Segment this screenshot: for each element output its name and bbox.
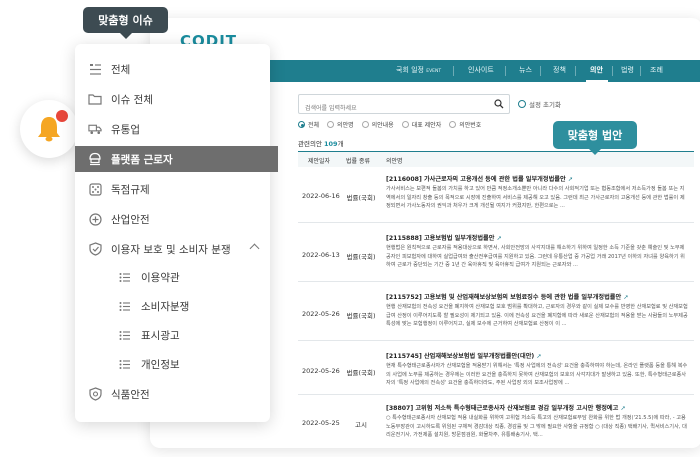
menu-item-food-safety[interactable]: 식품안전 xyxy=(75,381,270,407)
nav-item-assembly-schedule[interactable]: 국회 일정 EVENT xyxy=(396,65,441,75)
link-arrow-icon: ➚ xyxy=(496,235,502,242)
radio-bill-content[interactable]: 의안내용 xyxy=(361,120,394,129)
radio-bill-number[interactable]: 의안번호 xyxy=(449,120,481,129)
notification-bell-button[interactable] xyxy=(20,100,78,158)
row-type: 법률(국회) xyxy=(346,369,376,377)
search-input[interactable] xyxy=(299,99,484,118)
link-arrow-icon: ➚ xyxy=(536,353,542,360)
link-arrow-icon: ➚ xyxy=(567,176,573,183)
radio-unchecked-icon xyxy=(361,121,369,128)
notification-dot xyxy=(56,110,68,122)
menu-item-industrial-safety[interactable]: 산업안전 xyxy=(75,206,270,232)
chevron-up-icon[interactable] xyxy=(249,243,260,254)
row-summary: 현재 특수형태근로종사자가 산재보험을 적용받기 위해서는 '특정 사업에의 전… xyxy=(386,363,688,387)
menu-item-platform-workers[interactable]: 플랫폼 근로자 xyxy=(75,146,278,172)
nav-item-insight[interactable]: 인사이트 xyxy=(468,65,494,75)
table-row[interactable]: 2022-06-13 법률(국회) [2115888] 고용보험법 일부개정법률… xyxy=(298,227,694,282)
row-date: 2022-06-16 xyxy=(302,192,340,200)
row-summary: 현행 산재보험의 전속성 요건을 폐지하여 산재보험 보호 범위를 확대하고, … xyxy=(386,304,688,328)
row-type: 법률(국회) xyxy=(346,253,376,261)
menu-item-consumer-disputes[interactable]: 소비자분쟁 xyxy=(75,293,270,319)
custom-issue-menu: 전체 이슈 전체 유통업 플랫폼 근로자 독점규제 산업안전 이용자 보호 및 … xyxy=(75,44,278,422)
row-title[interactable]: [38807] 고위험 저소득 특수형태근로종사자 산재보험료 경감 일부개정 … xyxy=(386,403,686,412)
row-date: 2022-06-13 xyxy=(302,251,340,259)
list-doc-icon xyxy=(88,62,102,76)
table-row[interactable]: 2022-05-25 고시 [38807] 고위험 저소득 특수형태근로종사자 … xyxy=(298,397,694,445)
list-icon xyxy=(118,357,132,371)
menu-item-monopoly-regulation[interactable]: 독점규제 xyxy=(75,176,270,202)
menu-item-retail[interactable]: 유통업 xyxy=(75,116,270,142)
table-row[interactable]: 2022-06-16 법률(국회) [2116008] 가사근로자의 고용개선 … xyxy=(298,168,694,223)
radio-unchecked-icon xyxy=(449,121,457,128)
link-arrow-icon: ➚ xyxy=(623,294,629,301)
dice-icon xyxy=(88,182,102,196)
row-type: 법률(국회) xyxy=(346,194,376,202)
refresh-icon xyxy=(518,100,526,108)
nav-item-news[interactable]: 뉴스 xyxy=(519,65,532,75)
list-icon xyxy=(118,328,132,342)
link-arrow-icon: ➚ xyxy=(620,405,626,412)
active-tab-indicator xyxy=(586,80,608,82)
menu-item-user-protection[interactable]: 이용자 보호 및 소비자 분쟁 xyxy=(75,236,270,262)
radio-bill-name[interactable]: 의안명 xyxy=(327,120,354,129)
row-date: 2022-05-25 xyxy=(302,419,340,427)
row-date: 2022-05-26 xyxy=(302,310,340,318)
table-row[interactable]: 2022-05-26 법률(국회) [2115752] 고용보험 및 산업재해보… xyxy=(298,286,694,341)
menu-item-terms-of-use[interactable]: 이용약관 xyxy=(75,264,270,290)
custom-issue-callout: 맞춤형 이슈 xyxy=(83,7,168,39)
column-header-bill-name: 의안명 xyxy=(386,158,403,165)
radio-unchecked-icon xyxy=(327,121,335,128)
menu-item-all-issues[interactable]: 이슈 전체 xyxy=(75,86,270,112)
delivery-person-icon xyxy=(88,152,102,166)
radio-checked-icon xyxy=(298,121,305,128)
table-row[interactable]: 2022-05-26 법률(국회) [2115745] 산업재해보상보험법 일부… xyxy=(298,345,694,395)
row-date: 2022-05-26 xyxy=(302,367,340,375)
radio-proposer[interactable]: 대표 제안자 xyxy=(401,120,441,129)
column-header-date: 제안일자 xyxy=(308,158,331,165)
truck-icon xyxy=(88,122,102,136)
result-count: 관련의안 109개 xyxy=(298,140,344,148)
column-header-type: 법률 종류 xyxy=(346,158,370,165)
row-summary: 가사서비스는 보편적 돌봄의 가치를 하고 있어 만큼 적정소개소뿐만 아니라 … xyxy=(386,186,685,210)
reset-settings-button[interactable]: 설정 초기화 xyxy=(518,99,561,109)
search-box xyxy=(298,94,510,118)
list-icon xyxy=(118,270,132,284)
table-header: 제안일자 법률 종류 의안명 xyxy=(298,151,694,167)
row-title[interactable]: [2115752] 고용보험 및 산업재해보상보험의 보험료징수 등에 관한 법… xyxy=(386,292,686,301)
folder-icon xyxy=(88,92,102,106)
row-title[interactable]: [2115888] 고용보험법 일부개정법률안 ➚ xyxy=(386,233,686,242)
custom-bill-callout: 맞춤형 법안 xyxy=(553,121,637,155)
nav-item-bills[interactable]: 의안 xyxy=(590,65,603,75)
nav-item-laws[interactable]: 법령 xyxy=(621,65,634,75)
row-summary: 현행법은 원칙적으로 근로자를 적용대상으로 하면서, 사회안전망의 사각지대를… xyxy=(386,245,685,269)
menu-item-labeling-advertising[interactable]: 표시광고 xyxy=(75,322,270,348)
row-title[interactable]: [2115745] 산업재해보상보험법 일부개정법률안(대안) ➚ xyxy=(386,351,686,360)
radio-all[interactable]: 전체 xyxy=(298,120,319,129)
row-title[interactable]: [2116008] 가사근로자의 고용개선 등에 관한 법률 일부개정법률안 ➚ xyxy=(386,174,686,183)
row-summary: ○ 특수형태근로종사자 산재보험 적용 내실화를 위하여 고위험 저소득 특고의… xyxy=(386,415,687,439)
menu-item-all[interactable]: 전체 xyxy=(75,56,270,82)
radio-unchecked-icon xyxy=(401,121,409,128)
list-icon xyxy=(118,299,132,313)
shield-check-icon xyxy=(88,242,102,256)
row-type: 고시 xyxy=(355,421,367,429)
row-type: 법률(국회) xyxy=(346,312,376,320)
search-icon[interactable] xyxy=(494,99,504,109)
reset-settings-label: 설정 초기화 xyxy=(529,101,561,109)
shield-icon xyxy=(88,387,102,401)
nav-item-policy[interactable]: 정책 xyxy=(553,65,566,75)
search-scope-radio-group: 전체 의안명 의안내용 대표 제안자 의안번호 xyxy=(298,120,481,129)
plus-circle-icon xyxy=(88,212,102,226)
nav-item-ordinances[interactable]: 조례 xyxy=(650,65,663,75)
menu-item-personal-info[interactable]: 개인정보 xyxy=(75,351,270,377)
